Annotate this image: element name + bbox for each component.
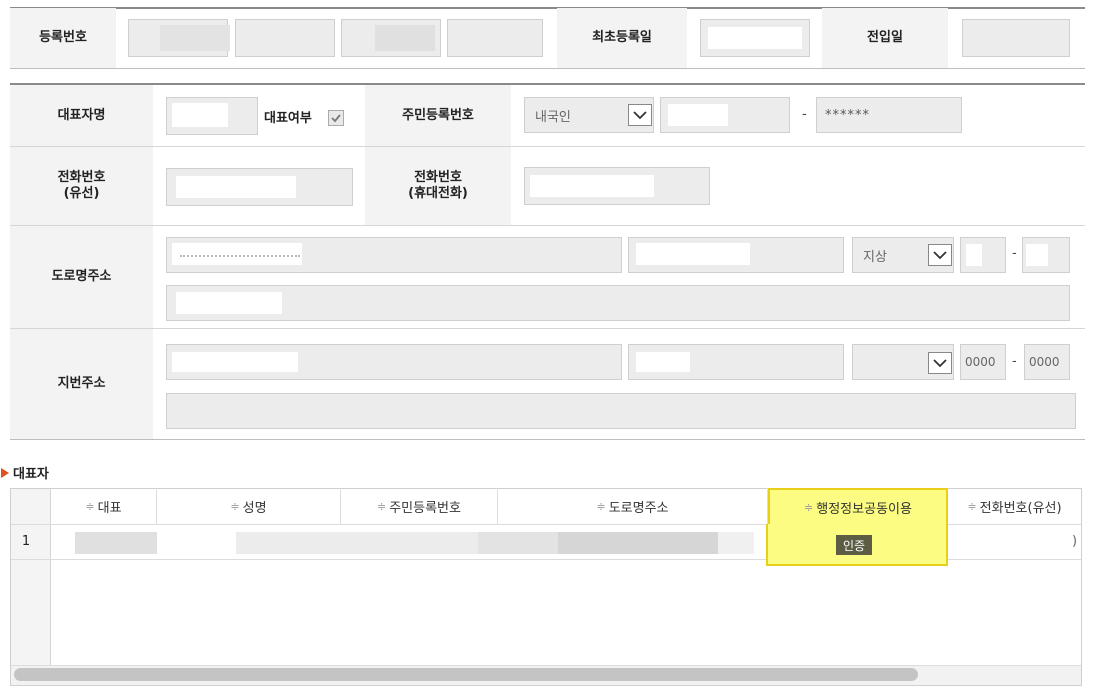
- mobile-label-line2: (휴대전화): [408, 186, 468, 201]
- grid-header-rrn-label: 주민등록번호: [389, 500, 461, 516]
- move-in-date-label: 전입일: [822, 8, 948, 68]
- grid-header-phone-label: 전화번호(유선): [979, 500, 1062, 516]
- move-in-date-field[interactable]: [962, 19, 1070, 57]
- auth-button[interactable]: 인증: [836, 535, 872, 555]
- section-title: 대표자: [0, 463, 49, 482]
- jibun-address-detail-field[interactable]: [166, 393, 1076, 429]
- grid-header-rep-label: 대표: [97, 500, 122, 516]
- rep-flag-checkbox[interactable]: [328, 110, 344, 126]
- sort-icon: ≑: [230, 499, 240, 513]
- jibun-no-sub-value: 0000: [1029, 355, 1060, 369]
- grid-header-name-label: 성명: [242, 500, 267, 516]
- nationality-value: 내국인: [535, 109, 571, 125]
- sort-icon: ≑: [804, 500, 814, 514]
- arrow-right-icon: [1, 467, 9, 478]
- sort-icon: ≑: [85, 499, 95, 513]
- chevron-down-icon: [633, 111, 647, 120]
- road-address-label: 도로명주소: [10, 226, 153, 328]
- grid-header-rrn[interactable]: ≑ 주민등록번호: [341, 488, 498, 524]
- mobile-label-line1: 전화번호: [414, 170, 462, 185]
- reg-no-label: 등록번호: [10, 8, 116, 68]
- rrn-dash: -: [802, 107, 807, 122]
- jibun-dash: -: [1012, 354, 1017, 369]
- phone-label-line2: (유선): [63, 186, 100, 201]
- jibun-no-main[interactable]: 0000: [960, 344, 1006, 380]
- jibun-no-sub[interactable]: 0000: [1024, 344, 1070, 380]
- sort-icon: ≑: [967, 499, 977, 513]
- phone-label: 전화번호 (유선): [10, 147, 153, 225]
- rrn-masked-value: ******: [825, 107, 870, 123]
- check-icon: [331, 114, 341, 123]
- jibun-no-main-value: 0000: [965, 355, 996, 369]
- scrollbar-thumb[interactable]: [14, 668, 918, 681]
- jibun-address-label: 지번주소: [10, 329, 153, 439]
- ground-select-value: 지상: [863, 249, 887, 265]
- section-title-text: 대표자: [13, 467, 49, 482]
- grid-header-rep[interactable]: ≑ 대표: [51, 488, 157, 524]
- first-reg-date-label: 최초등록일: [557, 8, 687, 68]
- grid-header-admin-share-label: 행정정보공동이용: [816, 501, 912, 517]
- row-number: 1: [21, 534, 31, 549]
- sort-icon: ≑: [377, 499, 387, 513]
- mobile-label: 전화번호 (휴대전화): [365, 147, 511, 225]
- sort-icon: ≑: [596, 499, 606, 513]
- grid-rownum-column: [11, 489, 51, 665]
- ground-dropdown-button[interactable]: [928, 244, 952, 266]
- grid-header-name[interactable]: ≑ 성명: [157, 488, 341, 524]
- grid-header-phone[interactable]: ≑ 전화번호(유선): [948, 488, 1081, 524]
- nationality-dropdown-button[interactable]: [628, 104, 652, 126]
- road-address-detail-field[interactable]: [166, 285, 1070, 321]
- grid-header-road-label: 도로명주소: [608, 500, 669, 516]
- rrn-label: 주민등록번호: [365, 85, 511, 146]
- row-overflow-text: ): [1072, 534, 1078, 549]
- grid-header-road[interactable]: ≑ 도로명주소: [498, 488, 768, 524]
- rrn-back-field[interactable]: ******: [816, 97, 962, 133]
- reg-no-field-2[interactable]: [235, 19, 335, 57]
- reg-no-field-4[interactable]: [447, 19, 543, 57]
- phone-label-line1: 전화번호: [57, 170, 106, 185]
- chevron-down-icon: [933, 251, 947, 260]
- road-dash: -: [1012, 246, 1017, 261]
- rep-flag-label: 대표여부: [264, 111, 312, 126]
- chevron-down-icon: [933, 359, 947, 368]
- grid-header-admin-share[interactable]: ≑ 행정정보공동이용: [768, 488, 948, 524]
- rep-name-label: 대표자명: [10, 85, 153, 146]
- jibun-dropdown-button[interactable]: [928, 352, 952, 374]
